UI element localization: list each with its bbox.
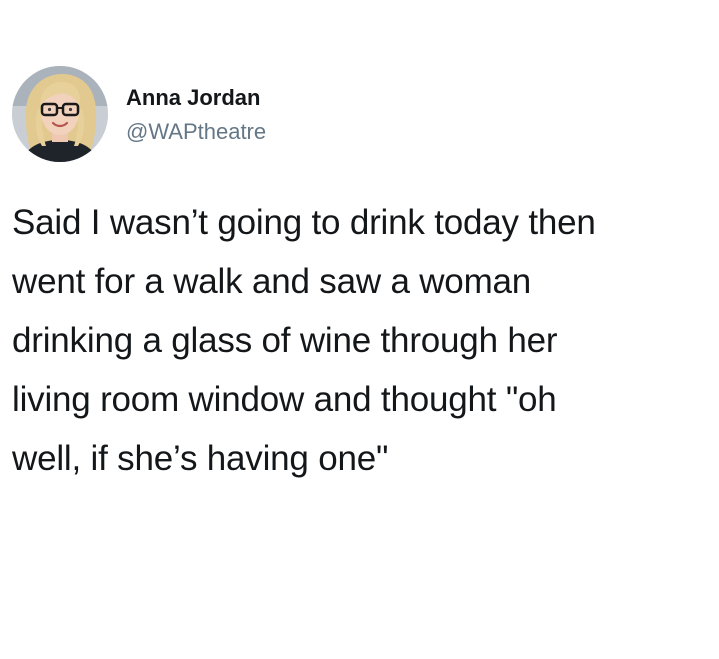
- tweet-text-line: went for a walk and saw a woman: [12, 262, 532, 301]
- user-avatar-icon[interactable]: [12, 66, 108, 162]
- author-display-name[interactable]: Anna Jordan: [126, 84, 260, 112]
- tweet-text-line: Said I wasn’t going to drink today then: [12, 203, 596, 242]
- tweet-card: Anna Jordan @WAPtheatre Said I wasn’t go…: [0, 0, 719, 659]
- tweet-text-line: living room window and thought "oh: [12, 380, 557, 419]
- author-handle[interactable]: @WAPtheatre: [126, 118, 266, 146]
- tweet-text-line: drinking a glass of wine through her: [12, 321, 558, 360]
- tweet-text-line: well, if she’s having one": [12, 439, 389, 478]
- tweet-text: Said I wasn’t going to drink today then …: [12, 193, 712, 488]
